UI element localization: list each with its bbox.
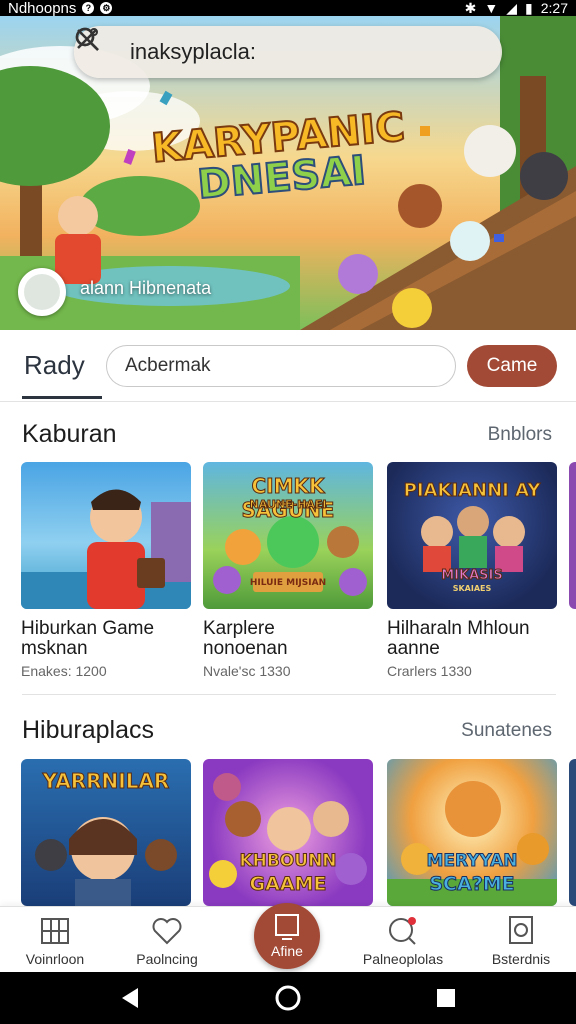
game-thumbnail: PIAKIANNI AY MIKASIS SKAIAES bbox=[387, 462, 557, 609]
thumb-title: PIAKIANNI AY bbox=[403, 480, 541, 502]
game-card[interactable]: KHBOUNN GAAME bbox=[203, 759, 373, 906]
home-icon[interactable] bbox=[275, 985, 301, 1011]
status-right: ✱ ▼ ◢ ▮ 2:27 bbox=[465, 0, 568, 17]
section2-title: Hiburaplacs bbox=[22, 716, 155, 744]
game-thumbnail: KHBOUNN GAAME bbox=[203, 759, 373, 906]
thumb-title: KHBOUNN bbox=[239, 851, 337, 872]
game-card[interactable]: MERYYAN SCA?ME bbox=[387, 759, 557, 906]
game-meta: Crarlers 1330 bbox=[387, 663, 472, 679]
game-card[interactable]: Hiburkan Game msknan Enakes: 1200 bbox=[21, 462, 191, 679]
game-title-line2: aanne bbox=[387, 638, 440, 659]
game-meta: Enakes: 1200 bbox=[21, 663, 107, 679]
nav-item-label: Afine bbox=[271, 943, 303, 959]
nav-item-label: Palneoplolas bbox=[362, 951, 444, 967]
thumb-subtitle: SCA?ME bbox=[429, 873, 515, 896]
game-title-line1: Hiburkan Game bbox=[21, 618, 155, 639]
clock-icon bbox=[509, 916, 533, 944]
thumb-subtitle: MIKASIS bbox=[441, 568, 503, 584]
game-thumbnail: YARRNILAR bbox=[21, 759, 191, 906]
notification-icons: ? ⚙ bbox=[82, 2, 113, 14]
carrier-name: Ndhoopns bbox=[8, 0, 77, 17]
thumb-title: YARRNILAR bbox=[42, 769, 170, 794]
app-notification-icon: ? bbox=[82, 2, 95, 14]
search-notification-icon bbox=[389, 917, 416, 945]
tab-ready[interactable]: Rady bbox=[24, 350, 85, 381]
status-bar: Ndhoopns ? ⚙ ✱ ▼ ◢ ▮ 2:27 bbox=[0, 0, 576, 17]
back-icon[interactable] bbox=[122, 988, 138, 1008]
game-card[interactable]: PIAKIANNI AY MIKASIS SKAIAES Hilharaln M… bbox=[387, 462, 557, 679]
thumb-title: MERYYAN bbox=[426, 851, 518, 872]
section2-see-all-link[interactable]: Sunatenes bbox=[461, 720, 552, 742]
nav-item-label: Bsterdnis bbox=[491, 951, 551, 967]
nav-item-home[interactable]: Voinrloon bbox=[0, 907, 110, 973]
avatar[interactable] bbox=[18, 268, 66, 316]
system-nav-icons bbox=[122, 985, 455, 1011]
wifi-icon: ▼ bbox=[484, 0, 499, 16]
game-title-line1: Karplere bbox=[203, 618, 275, 639]
came-button[interactable]: Came bbox=[467, 345, 557, 387]
game-thumbnail: CIMKK SAGUNE NAUNE-HAEI HILUIE MIJSIAN bbox=[203, 462, 373, 609]
nav-item-favorites[interactable]: Paolncing bbox=[112, 907, 222, 973]
tablet-icon bbox=[275, 914, 299, 940]
filter-bar: Rady Came bbox=[0, 330, 576, 402]
hero-search-text[interactable]: inaksyplacla: bbox=[130, 39, 408, 65]
game-card-peek[interactable] bbox=[569, 462, 576, 609]
nav-item-explore[interactable]: Palneoplolas bbox=[348, 907, 458, 973]
settings-notification-icon: ⚙ bbox=[100, 2, 113, 14]
game-title-line1: Hilharaln Mhloun bbox=[387, 618, 530, 639]
heart-icon bbox=[152, 918, 182, 945]
filter-input[interactable] bbox=[106, 345, 456, 387]
tab-active-indicator bbox=[22, 396, 102, 399]
hero-search-bar[interactable]: inaksyplacla: bbox=[74, 26, 502, 78]
game-card-peek[interactable] bbox=[569, 759, 576, 906]
section1-see-all-link[interactable]: Bnblors bbox=[488, 424, 552, 446]
bluetooth-icon: ✱ bbox=[464, 0, 477, 16]
game-thumbnail: MERYYAN SCA?ME bbox=[387, 759, 557, 906]
game-thumbnail bbox=[21, 462, 191, 609]
game-title-line2: nonoenan bbox=[203, 638, 288, 659]
clock-text: 2:27 bbox=[540, 0, 568, 16]
signal-icon: ◢ bbox=[506, 0, 518, 16]
game-card[interactable]: CIMKK SAGUNE NAUNE-HAEI HILUIE MIJSIAN K… bbox=[203, 462, 373, 679]
recents-icon[interactable] bbox=[437, 989, 455, 1007]
nav-item-active[interactable]: Afine bbox=[254, 903, 320, 969]
nav-item-label: Paolncing bbox=[136, 951, 198, 967]
section-divider bbox=[22, 694, 556, 695]
bottom-navigation: Voinrloon Paolncing Afine Palneoplolas B… bbox=[0, 903, 576, 973]
hero-caption: alann Hibnenata bbox=[80, 278, 212, 298]
game-card[interactable]: YARRNILAR bbox=[21, 759, 191, 906]
nav-item-settings[interactable]: Bsterdnis bbox=[466, 907, 576, 973]
avatar-image bbox=[24, 274, 60, 310]
tools-icon[interactable] bbox=[77, 28, 486, 67]
grid-icon bbox=[41, 918, 69, 944]
thumb-subtitle: NAUNE-HAEI bbox=[249, 498, 327, 512]
hero-banner[interactable]: inaksyplacla: KARYPANIC DNESAI alann Hib… bbox=[0, 16, 576, 330]
thumb-tag: HILUIE MIJSIAN bbox=[249, 578, 327, 588]
battery-icon: ▮ bbox=[525, 0, 533, 16]
game-meta: Nvale'sc 1330 bbox=[203, 663, 291, 679]
thumb-subtitle: GAAME bbox=[249, 873, 327, 896]
game-title-line2: msknan bbox=[21, 638, 88, 659]
system-navigation-bar bbox=[0, 972, 576, 1024]
thumb-tag: SKAIAES bbox=[452, 584, 492, 593]
nav-item-label: Voinrloon bbox=[25, 951, 85, 967]
search-icon-secondary[interactable] bbox=[75, 27, 438, 67]
section1-title: Kaburan bbox=[22, 420, 117, 448]
